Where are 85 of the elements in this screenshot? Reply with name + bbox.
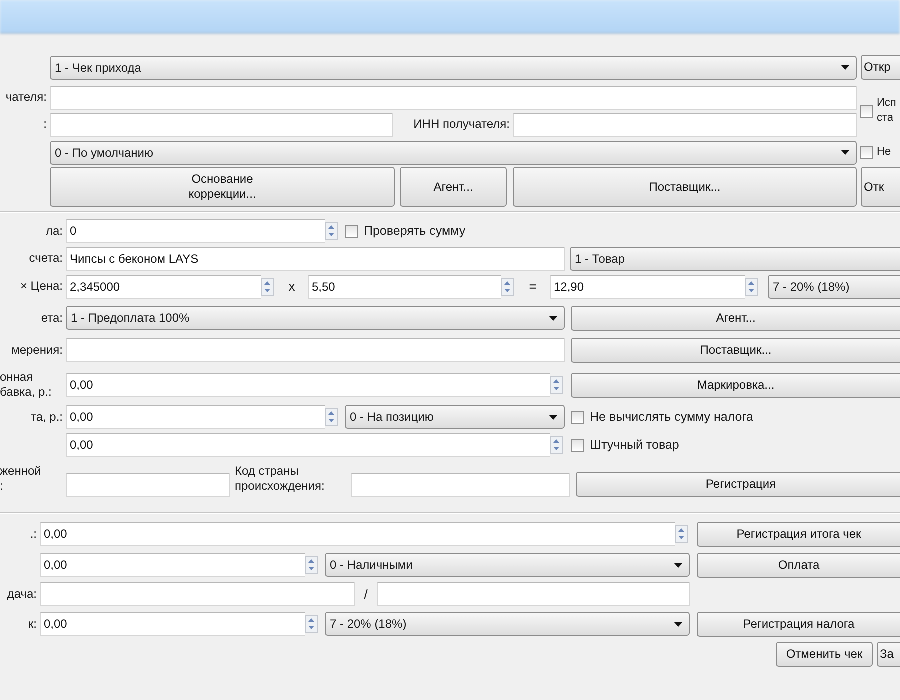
field-label: женной :	[0, 464, 42, 494]
dropdown[interactable]: 0 - На позицию	[345, 405, 565, 429]
field-label: ла:	[44, 224, 64, 238]
input-field[interactable]	[513, 112, 857, 136]
dropdown[interactable]: 0 - По умолчанию	[50, 140, 857, 164]
caret-icon	[674, 622, 683, 626]
register-total-button[interactable]: Регистрация итога чек	[697, 522, 900, 546]
input-field[interactable]	[66, 473, 230, 497]
field-label: мерения:	[10, 342, 64, 358]
spin-field[interactable]: 0	[66, 219, 325, 243]
checkbox[interactable]	[345, 224, 358, 238]
spin-field[interactable]: 0,00	[40, 522, 675, 546]
dropdown[interactable]: 7 - 20% (18%)	[325, 612, 690, 636]
close-receipt-button[interactable]: За	[877, 642, 900, 667]
open-button[interactable]: Откр	[861, 55, 900, 80]
spinner-arrows-icon	[261, 278, 274, 296]
register-tax-button[interactable]: Регистрация налога	[697, 612, 900, 636]
field-label: ИНН получателя:	[412, 117, 511, 132]
equals-sign: =	[528, 279, 538, 294]
agent-button[interactable]: Агент...	[571, 306, 900, 330]
dropdown[interactable]: 1 - Товар	[570, 246, 900, 270]
input-field[interactable]: Чипсы с беконом LAYS	[66, 246, 565, 270]
spinner-arrows-icon	[550, 376, 563, 394]
spinner-arrows-icon	[305, 615, 318, 633]
field-label: онная бавка, р.:	[0, 370, 53, 400]
spinner-arrows-icon	[325, 222, 338, 240]
slash-separator: /	[363, 586, 369, 602]
spin-field[interactable]: 0,00	[40, 612, 305, 636]
spin-field[interactable]: 0,00	[66, 373, 550, 397]
spin-field[interactable]: 0,00	[66, 405, 325, 429]
spinner-arrows-icon	[305, 556, 318, 574]
spin-field[interactable]: 12,90	[550, 274, 745, 298]
field-label: счета:	[28, 251, 64, 266]
supplier-button[interactable]: Поставщик...	[571, 338, 900, 362]
action-button[interactable]: Отк	[861, 167, 900, 207]
checkbox[interactable]	[860, 146, 873, 159]
action-button[interactable]: Поставщик...	[513, 167, 857, 207]
caret-icon	[841, 65, 850, 70]
spinner-arrows-icon	[501, 278, 514, 296]
field-label: ета:	[40, 310, 64, 326]
input-field[interactable]	[377, 582, 690, 606]
input-field[interactable]	[351, 473, 570, 497]
field-label: Код страны происхождения:	[235, 464, 326, 494]
checkbox-label: Штучный товар	[590, 438, 680, 452]
field-label: × Цена:	[19, 279, 64, 294]
dropdown[interactable]: 1 - Предоплата 100%	[66, 306, 565, 330]
multiply-sign: x	[288, 279, 296, 294]
checkbox-label: Исп ста	[877, 96, 896, 126]
checkbox-label: Не вычислять сумму налога	[590, 410, 754, 424]
action-button[interactable]: Основание коррекции...	[50, 167, 395, 207]
input-field[interactable]	[50, 112, 393, 136]
field-label: та, р.:	[30, 410, 64, 424]
spin-field[interactable]: 0,00	[66, 433, 550, 457]
caret-icon	[674, 562, 683, 568]
dropdown[interactable]: 7 - 20% (18%)	[768, 274, 900, 298]
checkbox-label: Проверять сумму	[364, 224, 466, 238]
input-field[interactable]	[40, 582, 355, 606]
spin-field[interactable]: 5,50	[308, 274, 501, 298]
dropdown[interactable]: 0 - Наличными	[325, 553, 690, 577]
action-button[interactable]: Агент...	[400, 167, 507, 207]
input-field[interactable]	[50, 86, 857, 110]
input-field[interactable]	[66, 338, 565, 362]
caret-icon	[549, 414, 558, 420]
caret-icon	[549, 316, 558, 320]
register-button[interactable]: Регистрация	[576, 472, 900, 497]
dropdown[interactable]: 1 - Чек прихода	[50, 56, 857, 80]
caret-icon	[841, 150, 850, 155]
checkbox[interactable]	[860, 104, 873, 118]
payment-button[interactable]: Оплата	[697, 552, 900, 578]
field-label: чателя:	[4, 90, 48, 105]
field-label: к:	[27, 616, 38, 632]
marking-button[interactable]: Маркировка...	[571, 372, 900, 398]
spinner-arrows-icon	[325, 408, 338, 426]
checkbox[interactable]	[571, 410, 584, 424]
field-label: :	[42, 117, 48, 132]
spinner-arrows-icon	[675, 525, 688, 543]
spin-field[interactable]: 2,345000	[66, 274, 261, 298]
field-label: дача:	[6, 586, 38, 602]
spinner-arrows-icon	[745, 278, 758, 296]
spinner-arrows-icon	[550, 436, 563, 454]
field-label: .:	[29, 526, 38, 542]
spin-field[interactable]: 0,00	[40, 553, 305, 577]
checkbox-label: Не	[877, 145, 892, 160]
cancel-receipt-button[interactable]: Отменить чек	[776, 642, 873, 667]
checkbox[interactable]	[571, 438, 584, 452]
